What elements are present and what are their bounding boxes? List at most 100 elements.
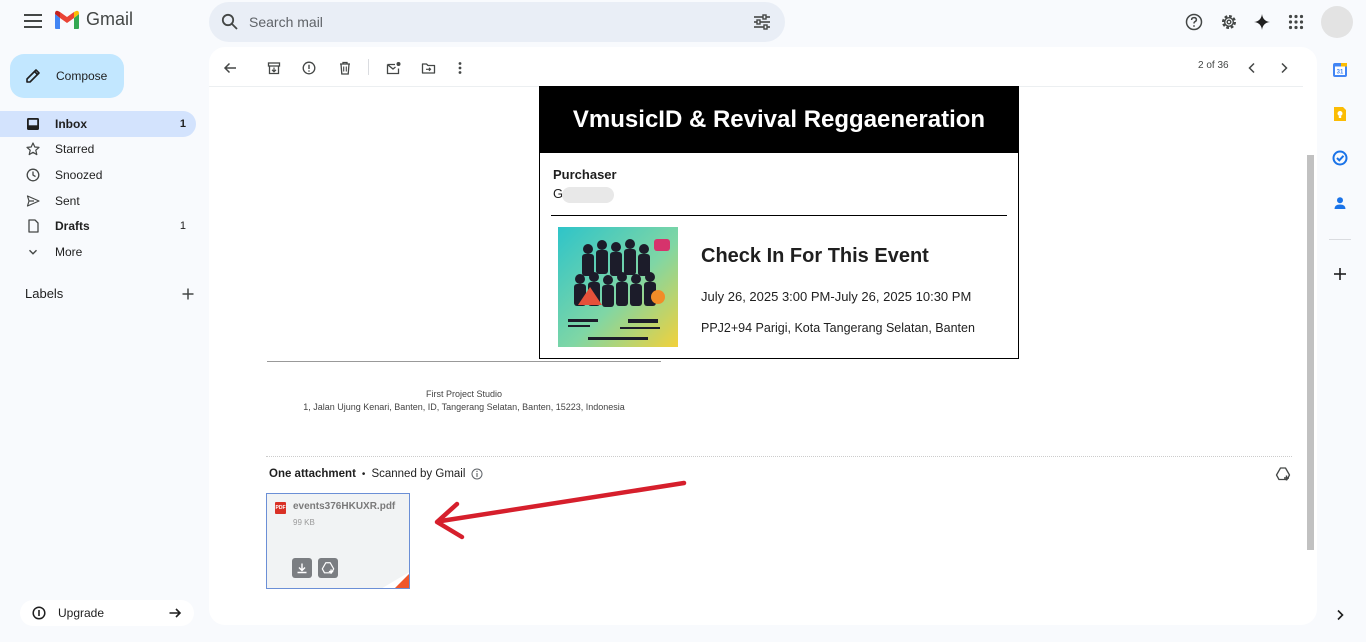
nav-item-starred[interactable]: Starred	[0, 136, 196, 162]
nav-label-starred: Starred	[55, 142, 95, 156]
arrow-right-icon	[169, 608, 182, 618]
calendar-app-button[interactable]: 31	[1331, 61, 1349, 79]
ticket-title: VmusicID & Revival Reggaeneration	[540, 87, 1018, 153]
mark-unread-icon	[386, 62, 400, 75]
labels-heading: Labels	[25, 286, 64, 301]
add-label-icon[interactable]	[181, 287, 195, 301]
save-to-drive-button[interactable]	[318, 558, 338, 578]
search-input[interactable]	[249, 14, 753, 30]
contacts-icon	[1334, 197, 1346, 209]
nav-label-more: More	[55, 245, 83, 259]
newer-button[interactable]	[1241, 57, 1263, 79]
nav-item-sent[interactable]: Sent	[0, 188, 196, 214]
toolbar-divider	[368, 59, 369, 75]
drive-add-icon	[321, 562, 335, 574]
nav-item-snoozed[interactable]: Snoozed	[0, 162, 196, 188]
compose-button[interactable]: Compose	[10, 54, 124, 98]
scrollbar-thumb[interactable]	[1307, 155, 1314, 550]
nav-label-snoozed: Snoozed	[55, 168, 103, 182]
plus-icon	[1334, 268, 1346, 280]
nav-label-drafts: Drafts	[55, 219, 90, 233]
report-spam-button[interactable]	[298, 57, 320, 79]
get-addons-button[interactable]	[1331, 265, 1349, 283]
nav-item-inbox[interactable]: Inbox 1	[0, 111, 196, 137]
nav-label-sent: Sent	[55, 194, 80, 208]
pdf-file-icon: PDF	[275, 502, 286, 514]
upgrade-button[interactable]: Upgrade	[20, 600, 194, 626]
back-button[interactable]	[219, 57, 241, 79]
attachment-file-size: 99 KB	[293, 518, 315, 527]
draft-icon	[26, 219, 40, 233]
move-to-button[interactable]	[417, 57, 439, 79]
tasks-icon	[1332, 150, 1348, 166]
help-icon	[1185, 13, 1203, 31]
nav-item-drafts[interactable]: Drafts 1	[0, 213, 196, 239]
attachments-divider	[266, 456, 1292, 457]
attachments-count: One attachment	[269, 468, 356, 480]
gemini-button[interactable]	[1249, 9, 1275, 35]
calendar-icon: 31	[1333, 63, 1347, 77]
nav-item-more[interactable]: More	[0, 239, 196, 265]
ticket-card: VmusicID & Revival Reggaeneration Purcha…	[539, 86, 1019, 359]
message-toolbar: 2 of 36	[209, 47, 1303, 87]
main-menu-button[interactable]	[20, 8, 46, 34]
keep-app-button[interactable]	[1331, 105, 1349, 123]
drive-add-icon	[1275, 467, 1291, 481]
event-title: Check In For This Event	[701, 245, 929, 267]
tasks-app-button[interactable]	[1331, 149, 1349, 167]
sparkle-icon	[1254, 14, 1270, 30]
upgrade-label: Upgrade	[58, 606, 105, 620]
chevron-right-icon	[1337, 609, 1344, 621]
delete-button[interactable]	[334, 57, 356, 79]
drafts-count: 1	[179, 220, 186, 232]
apps-button[interactable]	[1283, 9, 1309, 35]
show-side-panel-button[interactable]	[1331, 606, 1349, 624]
svg-text:31: 31	[1337, 70, 1344, 76]
pager-text: 2 of 36	[1198, 60, 1229, 71]
gmail-logo[interactable]: Gmail	[54, 9, 133, 30]
message-view: 2 of 36 VmusicID & Revival Reggaeneratio…	[209, 47, 1317, 625]
redacted-name	[562, 187, 614, 203]
side-panel-divider	[1329, 239, 1351, 240]
mark-unread-button[interactable]	[382, 57, 404, 79]
divider	[551, 215, 1007, 216]
inbox-unread-count: 1	[179, 118, 186, 130]
footer-divider	[267, 361, 661, 362]
add-all-to-drive-button[interactable]	[1275, 466, 1291, 482]
download-attachment-button[interactable]	[292, 558, 312, 578]
compose-label: Compose	[56, 69, 108, 83]
attachment-file-name: events376HKUXR.pdf	[293, 501, 396, 512]
studio-address: 1, Jalan Ujung Kenari, Banten, ID, Tange…	[303, 402, 625, 412]
more-vert-icon	[458, 62, 462, 74]
labels-section: Labels	[25, 286, 195, 301]
search-icon[interactable]	[221, 13, 239, 31]
event-poster-image[interactable]	[558, 227, 678, 347]
scrollbar-track[interactable]	[1303, 87, 1317, 625]
support-button[interactable]	[1181, 9, 1207, 35]
attachment-card[interactable]: PDF events376HKUXR.pdf 99 KB	[266, 493, 410, 589]
avatar[interactable]	[1321, 6, 1353, 38]
annotation-arrow	[434, 480, 687, 540]
contacts-app-button[interactable]	[1331, 194, 1349, 212]
download-icon	[297, 563, 307, 574]
gmail-m-icon	[55, 10, 79, 29]
hamburger-icon	[24, 14, 42, 28]
settings-button[interactable]	[1216, 9, 1242, 35]
search-bar[interactable]	[209, 2, 785, 42]
older-button[interactable]	[1273, 57, 1295, 79]
archive-button[interactable]	[263, 57, 285, 79]
event-date: July 26, 2025 3:00 PM-July 26, 2025 10:3…	[701, 289, 972, 304]
apps-grid-icon	[1288, 14, 1304, 30]
chevron-left-icon	[1248, 62, 1255, 74]
more-actions-button[interactable]	[449, 57, 471, 79]
chevron-right-icon	[1281, 62, 1288, 74]
nav-label-inbox: Inbox	[55, 117, 87, 131]
separator-dot: •	[361, 468, 366, 480]
inbox-icon	[26, 117, 40, 131]
app-name: Gmail	[86, 9, 134, 29]
search-options-icon[interactable]	[753, 14, 771, 30]
gear-icon	[1222, 15, 1236, 29]
page-fold-icon	[382, 572, 409, 588]
storage-icon	[32, 606, 46, 620]
trash-icon	[340, 61, 350, 75]
